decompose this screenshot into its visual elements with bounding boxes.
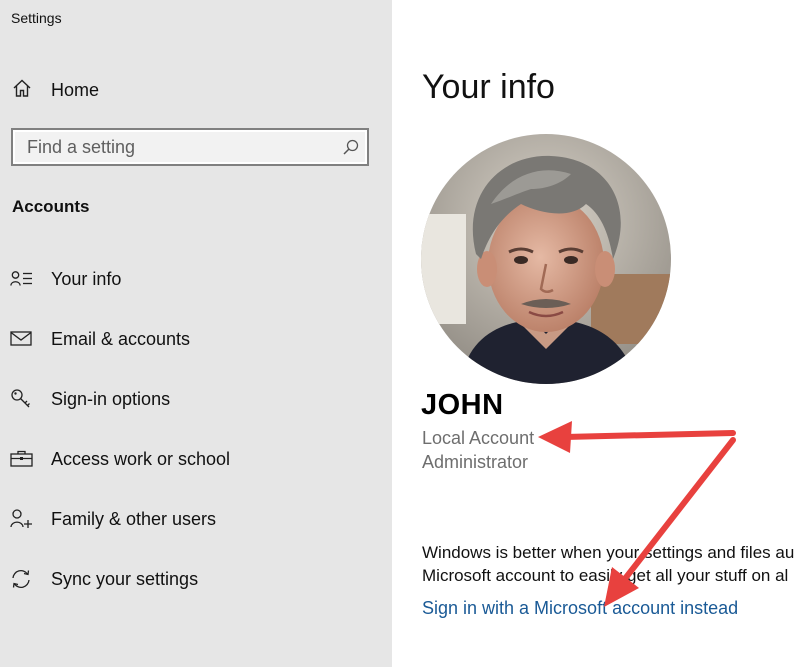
microsoft-account-promo: Windows is better when your settings and… — [422, 541, 802, 587]
app-title: Settings — [11, 10, 62, 26]
search-box[interactable] — [11, 128, 369, 166]
sidebar-item-label: Sign-in options — [51, 388, 171, 409]
sidebar-item-your-info[interactable]: Your info — [10, 266, 121, 292]
account-type: Local Account — [422, 428, 535, 448]
briefcase-icon — [10, 447, 36, 471]
home-label: Home — [51, 79, 100, 100]
home-icon — [12, 78, 32, 103]
user-name: JOHN — [421, 389, 504, 421]
account-role: Administrator — [422, 452, 529, 472]
sidebar-item-label: Sync your settings — [51, 568, 199, 589]
sync-icon — [10, 567, 36, 591]
person-list-icon — [10, 267, 36, 291]
person-add-icon — [10, 507, 36, 531]
sidebar-item-email-accounts[interactable]: Email & accounts — [10, 326, 190, 352]
section-title-accounts: Accounts — [12, 197, 90, 216]
sidebar-item-access-work[interactable]: Access work or school — [10, 446, 230, 472]
promo-line: Windows is better when your settings and… — [422, 543, 795, 562]
sign-in-microsoft-link[interactable]: Sign in with a Microsoft account instead — [422, 598, 738, 619]
sidebar: Settings Home Accounts — [0, 0, 392, 667]
sidebar-item-family-users[interactable]: Family & other users — [10, 506, 216, 532]
page-title: Your info — [422, 68, 555, 106]
key-icon — [10, 387, 36, 411]
search-input[interactable] — [25, 133, 329, 161]
sidebar-item-sign-in-options[interactable]: Sign-in options — [10, 386, 170, 412]
sidebar-item-label: Your info — [51, 268, 122, 289]
avatar — [421, 134, 671, 384]
sidebar-item-sync-settings[interactable]: Sync your settings — [10, 566, 198, 592]
home-nav-item[interactable]: Home — [12, 78, 99, 102]
sidebar-item-label: Family & other users — [51, 508, 217, 529]
sidebar-item-label: Email & accounts — [51, 328, 191, 349]
annotation-arrow-to-account-type — [538, 421, 736, 453]
promo-line: Microsoft account to easily get all your… — [422, 566, 789, 585]
search-icon[interactable] — [342, 138, 360, 161]
sidebar-item-label: Access work or school — [51, 448, 231, 469]
mail-icon — [10, 327, 36, 351]
